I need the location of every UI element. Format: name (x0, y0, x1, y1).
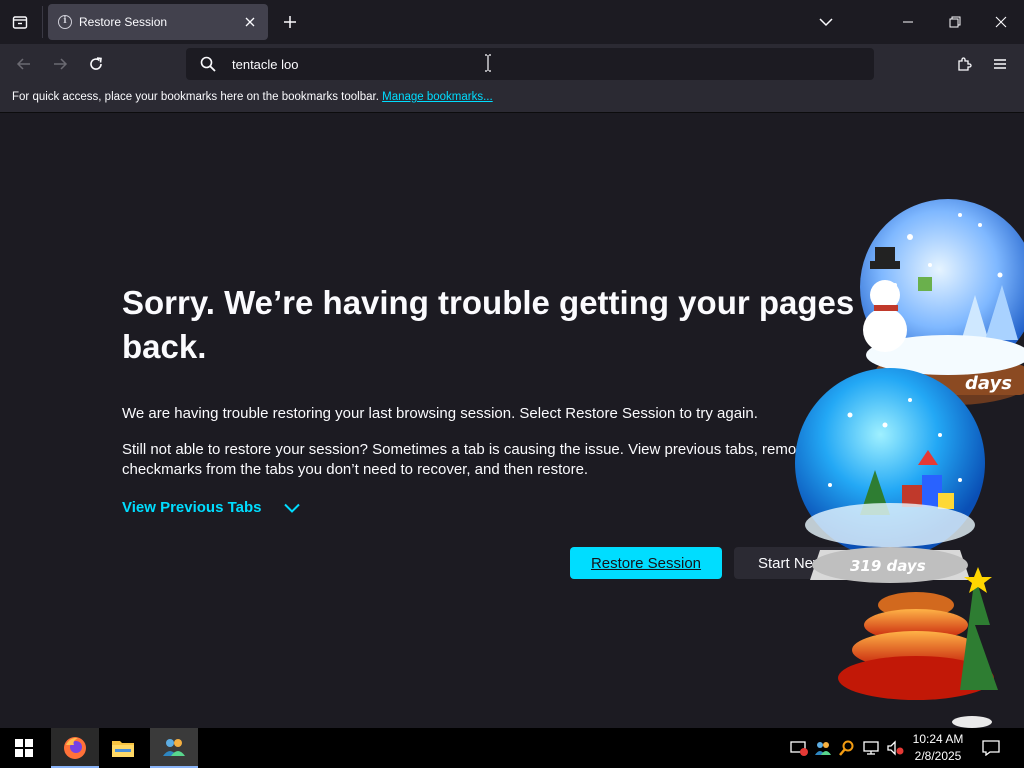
address-bar[interactable]: tentacle loo (186, 48, 874, 80)
search-icon (198, 54, 218, 74)
people-tray-icon[interactable] (813, 738, 833, 758)
address-bar-text: tentacle loo (232, 56, 299, 72)
view-previous-tabs-toggle[interactable]: View Previous Tabs (122, 499, 300, 516)
network-icon[interactable] (861, 738, 881, 758)
restore-session-label: Restore Session (590, 554, 702, 572)
firefox-icon (64, 737, 86, 759)
tab-strip: i Restore Session (0, 0, 1024, 44)
search-tray-icon[interactable] (837, 738, 857, 758)
close-tab-button[interactable] (238, 10, 262, 34)
bookmarks-toolbar-message: For quick access, place your bookmarks h… (12, 91, 379, 103)
notification-icon (982, 740, 1000, 756)
restore-session-button[interactable]: Restore Session (570, 547, 722, 579)
bookmarks-toolbar: For quick access, place your bookmarks h… (0, 84, 1024, 113)
taskbar-file-explorer[interactable] (99, 728, 147, 768)
tab-list-icon (12, 16, 28, 29)
reload-button[interactable] (82, 50, 110, 78)
windows-taskbar: 10:24 AM 2/8/2025 (0, 728, 1024, 768)
extensions-button[interactable] (950, 50, 978, 78)
still-not-able-message: Still not able to restore your session? … (122, 441, 813, 478)
close-window-icon (995, 16, 1007, 28)
back-button[interactable] (10, 50, 38, 78)
page-title: Sorry. We’re having trouble getting your… (122, 284, 855, 365)
clock-time: 10:24 AM (912, 732, 964, 746)
days-counter-label: 319 days (850, 557, 926, 575)
restore-window-button[interactable] (941, 8, 969, 36)
tab-restore-session[interactable]: i Restore Session (48, 4, 268, 40)
volume-muted-icon[interactable] (885, 738, 905, 758)
security-warning-icon[interactable] (789, 738, 809, 758)
taskbar-firefox[interactable] (51, 728, 99, 768)
minimize-icon (903, 21, 913, 23)
reload-icon (90, 57, 102, 70)
chevron-down-icon (819, 18, 833, 27)
puzzle-piece-icon (958, 57, 972, 71)
app-menu-button[interactable] (986, 50, 1014, 78)
action-center-button[interactable] (981, 738, 1001, 758)
gifts-globe: 319 days (795, 368, 985, 583)
back-arrow-icon (16, 58, 30, 70)
system-clock[interactable]: 10:24 AM 2/8/2025 (906, 731, 970, 765)
people-icon (163, 739, 185, 756)
forward-arrow-icon (54, 58, 68, 70)
glowing-rings-decoration (838, 567, 998, 728)
close-icon (245, 17, 255, 27)
tab-title: Restore Session (79, 15, 168, 29)
text-cursor-icon (484, 54, 492, 76)
close-window-button[interactable] (987, 8, 1015, 36)
forward-button[interactable] (46, 50, 74, 78)
clock-date: 2/8/2025 (914, 749, 962, 763)
tab-strip-separator (42, 6, 43, 38)
windows-logo-icon (15, 739, 33, 757)
taskbar-app-users[interactable] (150, 728, 198, 768)
list-all-tabs-button[interactable] (6, 8, 34, 36)
tab-overflow-button[interactable] (812, 8, 840, 36)
info-icon: i (58, 15, 72, 29)
minimize-button[interactable] (894, 8, 922, 36)
folder-icon (112, 741, 134, 757)
chevron-down-icon (283, 503, 300, 513)
start-button[interactable] (0, 728, 48, 768)
days-label-top: days (965, 373, 1012, 394)
manage-bookmarks-link[interactable]: Manage bookmarks... (382, 91, 493, 103)
navigation-toolbar: tentacle loo (0, 44, 1024, 84)
restore-window-icon (949, 16, 961, 28)
view-previous-tabs-label: View Previous Tabs (122, 499, 262, 516)
snow-globe-countdown-gadget[interactable]: days 319 days (790, 195, 1024, 730)
trouble-restoring-message: We are having trouble restoring your las… (122, 405, 758, 422)
hamburger-menu-icon (994, 59, 1006, 69)
new-tab-button[interactable] (278, 10, 302, 34)
plus-icon (284, 16, 296, 28)
